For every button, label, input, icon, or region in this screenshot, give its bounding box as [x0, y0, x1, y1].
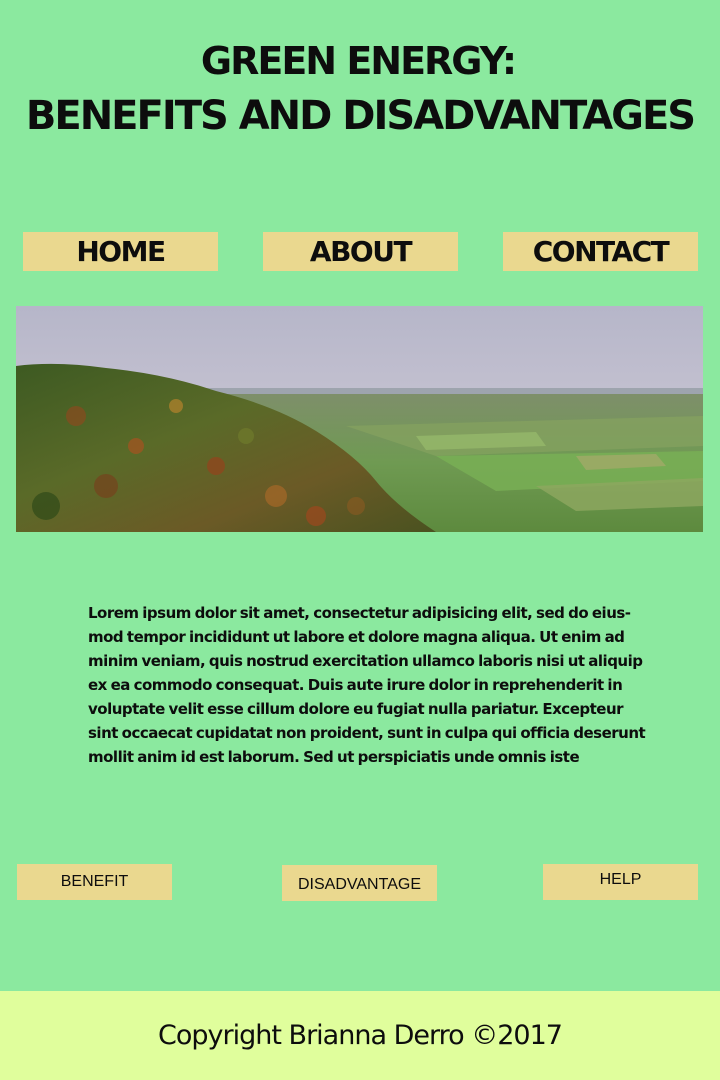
- help-button-label: HELP: [599, 871, 642, 888]
- landscape-photo: [16, 306, 703, 532]
- disadvantage-button[interactable]: DISADVANTAGE: [282, 865, 437, 901]
- about-button[interactable]: ABOUT: [263, 232, 458, 271]
- about-button-label: ABOUT: [309, 235, 413, 268]
- footer: Copyright Brianna Derro ©2017: [0, 991, 720, 1080]
- home-button[interactable]: HOME: [23, 232, 218, 271]
- body-paragraph: Lorem ipsum dolor sit amet, consectetur …: [88, 604, 646, 766]
- home-button-label: HOME: [76, 235, 166, 268]
- disadvantage-button-label: DISADVANTAGE: [298, 876, 421, 893]
- contact-button-label: CONTACT: [532, 235, 670, 268]
- benefit-button-label: BENEFIT: [60, 873, 129, 890]
- help-button[interactable]: HELP: [543, 864, 698, 900]
- benefit-button[interactable]: BENEFIT: [17, 864, 172, 900]
- hero-image: [16, 306, 703, 532]
- page-title-line-1: GREEN ENERGY:: [200, 39, 517, 83]
- copyright-text: Copyright Brianna Derro ©2017: [158, 1020, 563, 1051]
- contact-button[interactable]: CONTACT: [503, 232, 698, 271]
- page-title: GREEN ENERGY: BENEFITS AND DISADVANTAGES: [0, 42, 720, 136]
- page-title-line-2: BENEFITS AND DISADVANTAGES: [25, 93, 696, 139]
